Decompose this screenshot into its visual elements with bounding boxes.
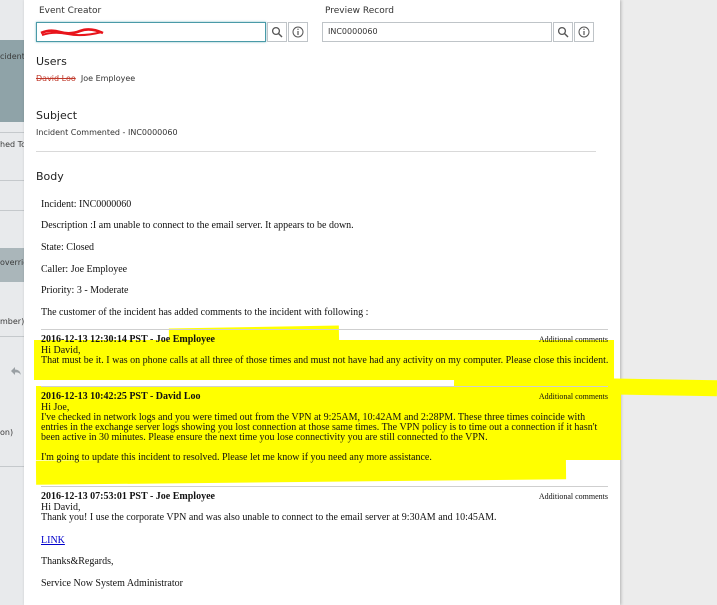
comment-divider <box>41 386 608 387</box>
comment-header: 2016-12-13 07:53:01 PST - Joe Employee <box>41 491 215 502</box>
background-divider <box>0 336 24 337</box>
comment-type: Additional comments <box>538 335 608 344</box>
reply-arrow-icon <box>10 362 22 375</box>
event-creator-search-button[interactable] <box>267 22 287 42</box>
body-incident-line: Incident: INC0000060 <box>41 199 132 210</box>
background-fragment: overrid <box>0 258 24 267</box>
background-fragment: on) <box>0 428 14 437</box>
info-icon <box>578 26 590 38</box>
body-intro-line: The customer of the incident has added c… <box>41 307 369 318</box>
preview-record-info-button[interactable] <box>574 22 594 42</box>
event-creator-info-button[interactable] <box>288 22 308 42</box>
search-icon <box>271 26 283 38</box>
body-caller-line: Caller: Joe Employee <box>41 264 128 275</box>
subject-text: Incident Commented - INC0000060 <box>36 128 178 137</box>
comment-header: 2016-12-13 10:42:25 PST - David Loo <box>41 391 201 402</box>
comment-divider <box>41 329 608 330</box>
info-icon <box>292 26 304 38</box>
background-divider <box>0 210 24 211</box>
comment-type: Additional comments <box>538 492 608 501</box>
subject-divider <box>36 151 596 152</box>
event-creator-label: Event Creator <box>39 6 102 16</box>
comment-text: Hi David, Thank you! I use the corporate… <box>41 502 497 523</box>
body-heading: Body <box>36 170 64 183</box>
preview-record-value: INC0000060 <box>328 27 378 36</box>
users-heading: Users <box>36 55 67 68</box>
preview-record-label: Preview Record <box>325 6 394 16</box>
background-form-strip: cident hed To overrid mber) on) <box>0 0 25 605</box>
preview-record-input[interactable]: INC0000060 <box>322 22 552 42</box>
body-description-line: Description :I am unable to connect to t… <box>41 220 354 231</box>
notification-preview-panel: Event Creator Preview Record INC0000060 … <box>24 0 717 605</box>
background-fragment: mber) <box>0 317 25 326</box>
comment-text: Hi David, That must be it. I was on phon… <box>41 345 609 366</box>
users-list: David Loo Joe Employee <box>36 74 135 83</box>
body-signoff: Thanks&Regards, <box>41 556 114 567</box>
background-divider <box>0 132 24 133</box>
background-divider <box>0 466 24 467</box>
comment-type: Additional comments <box>538 392 608 401</box>
body-priority-line: Priority: 3 - Moderate <box>41 285 129 296</box>
event-creator-input[interactable] <box>36 22 266 42</box>
background-fragment: cident <box>0 52 25 61</box>
background-right-gutter <box>620 0 717 605</box>
comment-header: 2016-12-13 12:30:14 PST - Joe Employee <box>41 334 215 345</box>
body-link[interactable]: LINK <box>41 535 65 546</box>
background-divider <box>0 180 24 181</box>
subject-heading: Subject <box>36 109 78 122</box>
body-state-line: State: Closed <box>41 242 95 253</box>
background-fragment: hed To <box>0 140 25 149</box>
search-icon <box>557 26 569 38</box>
removed-user: David Loo <box>36 74 76 83</box>
comment-divider <box>41 486 608 487</box>
user-name: Joe Employee <box>80 74 136 83</box>
redaction-scribble <box>40 28 104 37</box>
preview-record-search-button[interactable] <box>553 22 573 42</box>
body-signature: Service Now System Administrator <box>41 578 183 589</box>
comment-text: Hi Joe, I've checked in network logs and… <box>41 402 598 463</box>
